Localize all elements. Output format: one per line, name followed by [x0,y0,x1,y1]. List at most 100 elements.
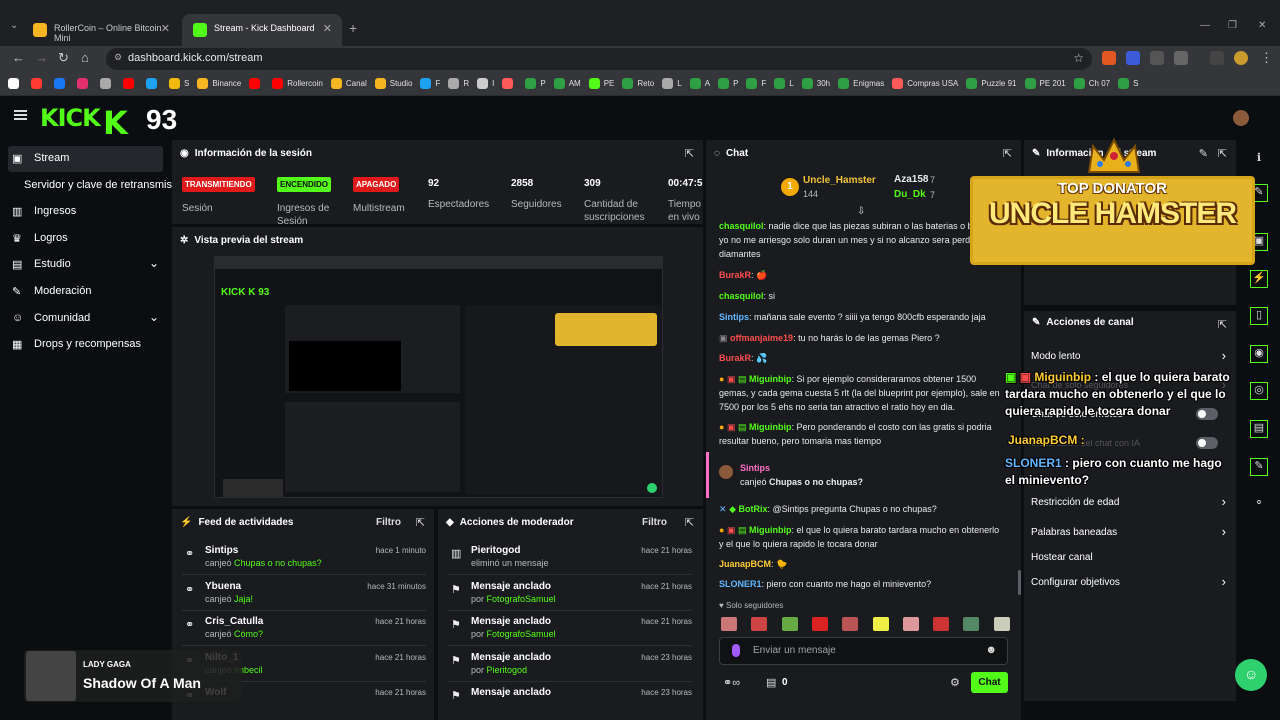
wrench-icon[interactable]: ✎ [1250,458,1268,476]
chat-message[interactable]: Sintips canjeó Chupas o no chupas? [740,461,1025,489]
channel-action-item[interactable]: Hostear canal [1031,552,1226,563]
bookmark-item[interactable]: Reto [622,77,654,90]
chat-message[interactable]: ● ▣ ▤ Miguinbip: Si por ejemplo consider… [719,372,1004,414]
back-icon[interactable]: ← [12,50,25,65]
lightning-icon[interactable]: ⚡ [1250,270,1268,288]
mod-action-item[interactable]: ⚑ Mensaje anclado por FotografoSamuel hace … [451,580,692,606]
mod-action-item[interactable]: ▥ Pieritogod eliminó un mensaje hace 21 ho… [451,544,692,570]
popout-icon[interactable]: ⇱ [685,147,694,160]
profile-avatar[interactable] [1234,51,1248,65]
emote-icon[interactable] [842,617,859,631]
channel-action-item[interactable]: Modo lento › [1031,348,1226,363]
document-icon[interactable]: ▯ [1250,307,1268,325]
emote-icon[interactable] [781,617,798,631]
kick-logo[interactable]: KICK [40,104,101,132]
bookmark-item[interactable] [249,77,264,90]
menu-icon[interactable] [14,110,27,120]
filter-button[interactable]: Filtro [642,517,667,528]
activity-item[interactable]: ⚭ Cris_Catulla canjeó Cómo? hace 21 horas [185,615,426,641]
chat-message[interactable]: Sintips: mañana sale evento ? siiii ya t… [719,310,1004,324]
bookmark-item[interactable]: Puzzle 91 [966,77,1017,90]
sidebar-item-estudio[interactable]: ▤ Estudio ⌄ [8,252,163,278]
bookmark-item[interactable]: AM [553,77,581,90]
bookmark-item[interactable]: P [525,77,546,90]
bookmark-item[interactable]: PE 201 [1024,77,1066,90]
emote-icon[interactable] [872,617,889,631]
bookmark-item[interactable]: F [746,77,766,90]
download-icon[interactable] [1210,51,1224,65]
settings-icon[interactable]: ⚙ [950,676,960,689]
stream-preview-video[interactable]: KICK K 93 [214,256,663,498]
mod-action-item[interactable]: ⚑ Mensaje anclado por Pieritogod hace 23 ho… [451,651,692,677]
chat-username[interactable]: offmanjaime19 [730,333,793,343]
reload-icon[interactable]: ↻ [58,50,69,66]
popout-icon[interactable]: ⇱ [1218,318,1227,331]
bookmark-item[interactable]: L [662,77,682,90]
forward-icon[interactable]: → [35,50,48,65]
bookmark-item[interactable]: S [169,77,189,90]
top-gifter-name[interactable]: Uncle_Hamster [803,175,876,186]
emote-icon[interactable] [811,617,828,631]
emote-icon[interactable] [933,617,950,631]
new-tab-button[interactable]: + [349,20,357,36]
minimize-button[interactable]: — [1200,20,1210,31]
menu-dots-icon[interactable]: ⋮ [1260,50,1273,66]
bookmark-item[interactable]: Ch 07 [1073,77,1110,90]
bookmark-item[interactable] [123,77,138,90]
bookmark-item[interactable]: Canal [330,77,367,90]
bookmark-item[interactable]: Rollercoin [272,77,323,90]
bookmark-item[interactable]: Enigmas [838,77,884,90]
popout-icon[interactable]: ⇱ [1003,147,1012,160]
chat-message[interactable]: ● ▣ ▤ Miguinbip: Pero ponderando el cost… [719,420,1004,448]
chat-username[interactable]: Sintips [740,461,1025,475]
chat-username[interactable]: SLONER1 [719,579,762,589]
chat-message[interactable]: BurakR: 🍎 [719,268,1004,282]
mod-action-item[interactable]: ⚑ Mensaje anclado hace 23 horas [451,686,692,702]
close-icon[interactable]: ✕ [161,22,170,35]
browser-tab-kick[interactable]: Stream - Kick Dashboard ✕ [182,14,342,46]
address-bar[interactable]: ⚙ dashboard.kick.com/stream ☆ [106,48,1092,70]
puzzle-icon[interactable] [1174,51,1188,65]
edit-icon[interactable]: ✎ [1199,147,1208,160]
chat-message[interactable]: SLONER1: piero con cuanto me hago el min… [719,577,1004,591]
bookmark-item[interactable]: Binance [197,77,241,90]
tab-search-icon[interactable]: ⌄ [10,20,18,31]
bookmark-item[interactable]: 30h [801,77,830,90]
sidebar-item-stream[interactable]: ▣ Stream [8,146,163,172]
bookmark-item[interactable]: S [1118,77,1138,90]
emote-icon[interactable] [721,617,737,631]
extension-icon[interactable] [1102,51,1116,65]
store-icon[interactable]: ▤ [766,676,776,689]
chat-message[interactable]: chasquilol: si [719,289,1004,303]
sidebar-item-logros[interactable]: ♛ Logros [8,226,163,252]
bookmark-item[interactable]: Studio [374,77,412,90]
extension-icon[interactable] [1150,51,1164,65]
channel-action-item[interactable]: Palabras baneadas › [1031,524,1226,539]
server-icon[interactable]: ▤ [1250,420,1268,438]
bookmark-item[interactable] [100,77,115,90]
maximize-button[interactable]: ❐ [1228,20,1237,31]
sidebar-item-moderacion[interactable]: ✎ Moderación [8,279,163,305]
browser-tab-rollercoin[interactable]: RollerCoin – Online Bitcoin Mini ✕ [22,14,180,46]
chat-username[interactable]: Miguinbip [749,525,792,535]
chat-message[interactable]: chasquilol: nadie dice que las piezas su… [719,219,1004,261]
chat-username[interactable]: JuanapBCM [719,559,771,569]
bookmark-item[interactable]: I [477,77,494,90]
extension-icon[interactable] [1126,51,1140,65]
info-icon[interactable]: ℹ [1251,151,1267,167]
emote-icon[interactable] [902,617,919,631]
chat-message[interactable]: ✕ ◆ BotRix: @Sintips pregunta Chupas o n… [719,502,1004,516]
bookmark-item[interactable] [8,77,23,90]
channel-action-item[interactable]: Restricción de edad › [1031,494,1226,509]
chat-username[interactable]: BotRix [739,504,768,514]
emote-icon[interactable] [963,617,980,631]
bookmark-item[interactable]: F [420,77,440,90]
home-icon[interactable]: ⌂ [81,50,89,65]
star-icon[interactable]: ☆ [1073,51,1084,65]
chat-username[interactable]: chasquilol [719,221,764,231]
chat-username[interactable]: chasquilol [719,291,764,301]
chat-message[interactable]: ● ▣ ▤ Miguinbip: el que lo quiera barato… [719,523,1004,551]
emote-icon[interactable] [751,617,768,631]
gifter-name[interactable]: Aza158 [894,174,928,185]
mod-action-item[interactable]: ⚑ Mensaje anclado por FotografoSamuel hace … [451,615,692,641]
